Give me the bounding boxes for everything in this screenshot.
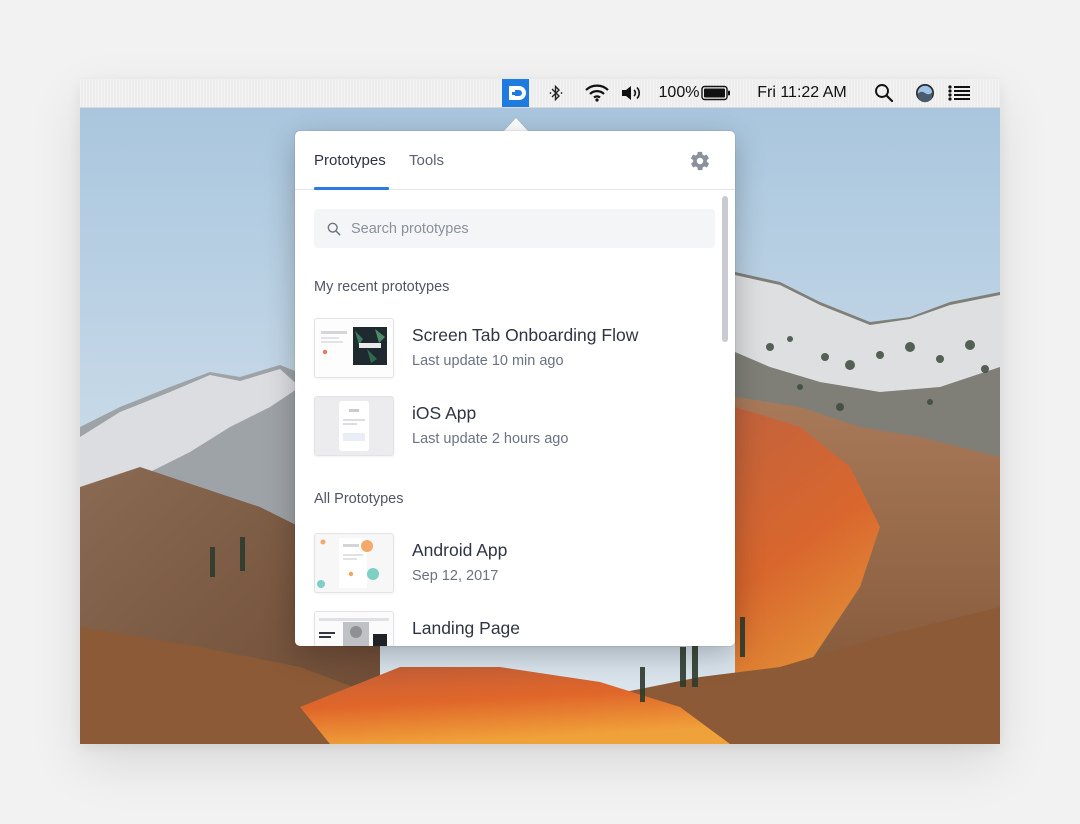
tab-tools[interactable]: Tools bbox=[409, 152, 444, 169]
tab-bar: Prototypes Tools bbox=[295, 131, 735, 190]
menu-bar: 100% Fri 11:22 AM bbox=[80, 79, 1000, 108]
cloud-app-icon[interactable] bbox=[502, 79, 529, 107]
popover-content: My recent prototypes Screen Tab Onboardi… bbox=[295, 190, 735, 646]
gear-icon[interactable] bbox=[689, 150, 711, 172]
prototype-thumbnail bbox=[314, 533, 394, 593]
spotlight-search-icon[interactable] bbox=[872, 79, 896, 107]
scrollbar[interactable] bbox=[722, 196, 728, 342]
prototype-thumbnail bbox=[314, 611, 394, 646]
prototype-updated: Last update 2 hours ago bbox=[412, 431, 569, 447]
recent-section-title: My recent prototypes bbox=[314, 279, 450, 295]
prototype-title: Screen Tab Onboarding Flow bbox=[412, 325, 639, 345]
list-item-landing-page[interactable]: Landing Page bbox=[314, 611, 714, 646]
prototype-updated: Last update 10 min ago bbox=[412, 353, 564, 369]
bluetooth-icon[interactable] bbox=[545, 79, 567, 107]
prototype-title: iOS App bbox=[412, 403, 477, 423]
prototypes-popover: Prototypes Tools My recent prototypes bbox=[295, 131, 735, 646]
tab-prototypes[interactable]: Prototypes bbox=[314, 152, 386, 169]
wifi-icon[interactable] bbox=[583, 79, 611, 107]
list-item-screen-tab-onboarding[interactable]: Screen Tab Onboarding Flow Last update 1… bbox=[314, 318, 714, 380]
list-item-android-app[interactable]: Android App Sep 12, 2017 bbox=[314, 533, 714, 595]
search-icon bbox=[327, 222, 341, 235]
prototype-title: Android App bbox=[412, 540, 508, 560]
user-avatar-icon[interactable] bbox=[912, 79, 938, 107]
volume-icon[interactable] bbox=[618, 79, 646, 107]
search-input[interactable] bbox=[349, 219, 693, 238]
all-section-title: All Prototypes bbox=[314, 491, 404, 507]
battery-percent: 100% bbox=[658, 84, 700, 101]
battery-icon[interactable] bbox=[700, 79, 732, 107]
prototype-thumbnail bbox=[314, 396, 394, 456]
prototype-title: Landing Page bbox=[412, 618, 521, 638]
search-box[interactable] bbox=[314, 209, 715, 248]
menu-bar-clock[interactable]: Fri 11:22 AM bbox=[748, 79, 856, 107]
list-item-ios-app[interactable]: iOS App Last update 2 hours ago bbox=[314, 396, 714, 458]
prototype-date: Sep 12, 2017 bbox=[412, 568, 499, 584]
prototype-thumbnail bbox=[314, 318, 394, 378]
popover-arrow bbox=[504, 118, 528, 131]
notification-list-icon[interactable] bbox=[946, 79, 972, 107]
